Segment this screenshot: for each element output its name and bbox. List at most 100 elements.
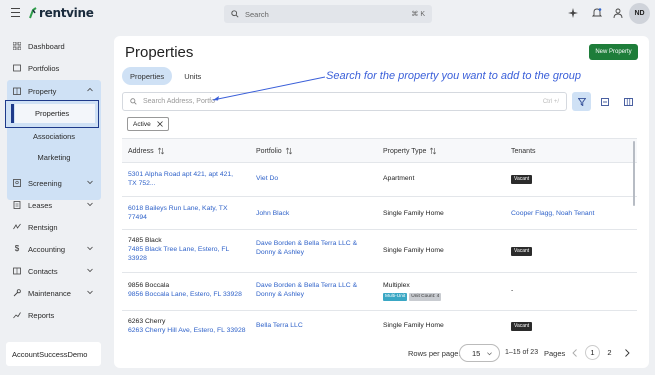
annotation-arrow xyxy=(212,76,326,101)
sidebar-item-label: Dashboard xyxy=(28,41,65,51)
tab-properties[interactable]: Properties xyxy=(122,67,173,85)
sidebar-item-label: Leases xyxy=(28,200,53,210)
filter-chip-active[interactable]: Active xyxy=(127,117,169,131)
column-header-address[interactable]: Address xyxy=(128,139,164,163)
user-icon[interactable] xyxy=(613,8,623,18)
contacts-icon xyxy=(13,267,21,275)
sidebar-item-contacts[interactable]: Contacts xyxy=(7,262,101,280)
table-row[interactable]: 9856 Boccala 9856 Boccala Lane, Estero, … xyxy=(122,273,637,311)
property-type: Multiplex xyxy=(383,282,410,289)
chevron-down-icon xyxy=(87,290,93,295)
property-search-input[interactable]: Search Address, Portfo Ctrl +/ xyxy=(122,92,567,111)
sort-icon xyxy=(157,147,164,155)
search-placeholder: Search Address, Portfo xyxy=(143,98,215,105)
table-row[interactable]: 5301 Alpha Road apt 421, apt 421, TX 752… xyxy=(122,164,637,197)
tutorial-annotation: Search for the property you want to add … xyxy=(326,70,581,82)
sidebar-sub-marketing[interactable]: Marketing xyxy=(7,148,101,166)
chevron-left-icon[interactable] xyxy=(572,349,578,357)
filter-button[interactable] xyxy=(572,92,591,111)
sidebar: Dashboard Portfolios Property Associatio… xyxy=(0,28,108,375)
search-hint: Ctrl +/ xyxy=(542,98,559,105)
tab-units[interactable]: Units xyxy=(176,67,209,85)
property-type: Single Family Home xyxy=(383,247,444,254)
sidebar-item-property[interactable]: Property xyxy=(7,82,101,100)
sparkle-icon[interactable] xyxy=(568,8,578,18)
wrench-icon xyxy=(13,289,21,297)
sidebar-item-label: Reports xyxy=(28,310,55,320)
column-header-portfolio[interactable]: Portfolio xyxy=(256,139,292,163)
sidebar-sub-properties[interactable]: Properties xyxy=(5,100,99,128)
sort-icon xyxy=(430,147,437,155)
property-name: 7485 Black xyxy=(128,237,162,244)
tenants-link[interactable]: Cooper Flagg, Noah Tenant xyxy=(511,209,594,218)
global-search[interactable]: Search ⌘ K xyxy=(224,5,432,23)
page-1-button[interactable]: 1 xyxy=(585,345,600,360)
page-2-button[interactable]: 2 xyxy=(602,345,617,360)
building-icon xyxy=(13,87,21,95)
sidebar-sub-associations[interactable]: Associations xyxy=(7,127,101,145)
columns-button[interactable] xyxy=(619,92,638,111)
avatar[interactable]: ND xyxy=(629,3,650,24)
column-label: Address xyxy=(128,147,154,155)
sidebar-item-portfolios[interactable]: Portfolios xyxy=(7,59,101,77)
sidebar-item-screening[interactable]: Screening xyxy=(7,174,101,192)
sidebar-item-label: Property xyxy=(28,86,57,96)
logo[interactable]: rentvine xyxy=(29,6,94,20)
rows-per-page-label: Rows per page: xyxy=(408,349,461,358)
sidebar-item-reports[interactable]: Reports xyxy=(7,306,101,324)
columns-icon xyxy=(624,97,633,106)
main-panel: Properties New Property Properties Units… xyxy=(114,36,649,368)
sidebar-item-leases[interactable]: Leases xyxy=(7,196,101,214)
search-shortcut: ⌘ K xyxy=(411,11,425,18)
tab-bar: Properties Units xyxy=(122,67,209,85)
column-label: Property Type xyxy=(383,147,427,155)
column-header-property-type[interactable]: Property Type xyxy=(383,139,437,163)
table-row[interactable]: 6263 Cherry 6263 Cherry Hill Ave, Estero… xyxy=(122,311,637,334)
hamburger-menu-icon[interactable] xyxy=(11,8,20,17)
portfolio-link[interactable]: John Black xyxy=(256,209,289,218)
portfolio-link[interactable]: Dave Borden & Bella Terra LLC & Donny & … xyxy=(256,239,374,257)
export-button[interactable] xyxy=(595,92,614,111)
chevron-right-icon[interactable] xyxy=(624,349,630,357)
rows-per-page-select[interactable]: 15 xyxy=(459,344,500,362)
vacant-badge: Vacant xyxy=(511,247,533,256)
address-link[interactable]: 6018 Baileys Run Lane, Katy, TX 77494 xyxy=(128,204,240,222)
column-label: Tenants xyxy=(511,147,536,155)
export-icon xyxy=(600,97,609,106)
property-type: Single Family Home xyxy=(383,210,444,217)
logo-mark-icon xyxy=(29,7,37,19)
new-property-button[interactable]: New Property xyxy=(589,44,638,60)
address-link[interactable]: 6263 Cherry Hill Ave, Estero, FL 33928 xyxy=(128,326,246,334)
logo-text: rentvine xyxy=(39,6,94,20)
address-link[interactable]: 9856 Boccala Lane, Estero, FL 33928 xyxy=(128,290,253,299)
sidebar-item-maintenance[interactable]: Maintenance xyxy=(7,284,101,302)
sidebar-item-accounting[interactable]: $ Accounting xyxy=(7,240,101,258)
chevron-down-icon xyxy=(87,202,93,207)
property-type: Single Family Home xyxy=(383,322,444,329)
search-icon xyxy=(130,98,137,105)
pagination-range: 1–15 of 23 xyxy=(505,349,539,356)
property-name: 6263 Cherry xyxy=(128,318,166,325)
address-link[interactable]: 5301 Alpha Road apt 421, apt 421, TX 752… xyxy=(128,170,240,188)
lease-icon xyxy=(13,201,21,209)
status-badge: Vacant xyxy=(511,174,533,184)
table-row[interactable]: 7485 Black 7485 Black Tree Lane, Estero,… xyxy=(122,230,637,273)
address-link[interactable]: 7485 Black Tree Lane, Estero, FL 33928 xyxy=(128,245,240,263)
sort-icon xyxy=(285,147,292,155)
sidebar-item-rentsign[interactable]: Rentsign xyxy=(7,218,101,236)
multi-unit-tag: Multi-Unit xyxy=(383,293,408,302)
close-icon[interactable] xyxy=(156,121,163,127)
portfolio-link[interactable]: Bella Terra LLC xyxy=(256,321,303,330)
sidebar-item-label: Contacts xyxy=(28,266,58,276)
bell-icon[interactable] xyxy=(592,8,602,18)
pages-label: Pages xyxy=(544,349,566,358)
portfolio-link[interactable]: Viet Do xyxy=(256,174,278,183)
table-row[interactable]: 6018 Baileys Run Lane, Katy, TX 77494 Jo… xyxy=(122,197,637,230)
sidebar-item-dashboard[interactable]: Dashboard xyxy=(7,37,101,55)
unit-tags: Multi-Unit Unit Count: 4 xyxy=(383,291,443,302)
account-switcher[interactable]: AccountSuccessDemo xyxy=(6,342,101,366)
table-scrollbar[interactable] xyxy=(633,141,635,206)
portfolio-link[interactable]: Dave Borden & Bella Terra LLC & Donny & … xyxy=(256,281,374,299)
chevron-down-icon xyxy=(87,180,93,185)
properties-table: Address Portfolio Property Type Tenants … xyxy=(122,138,637,334)
